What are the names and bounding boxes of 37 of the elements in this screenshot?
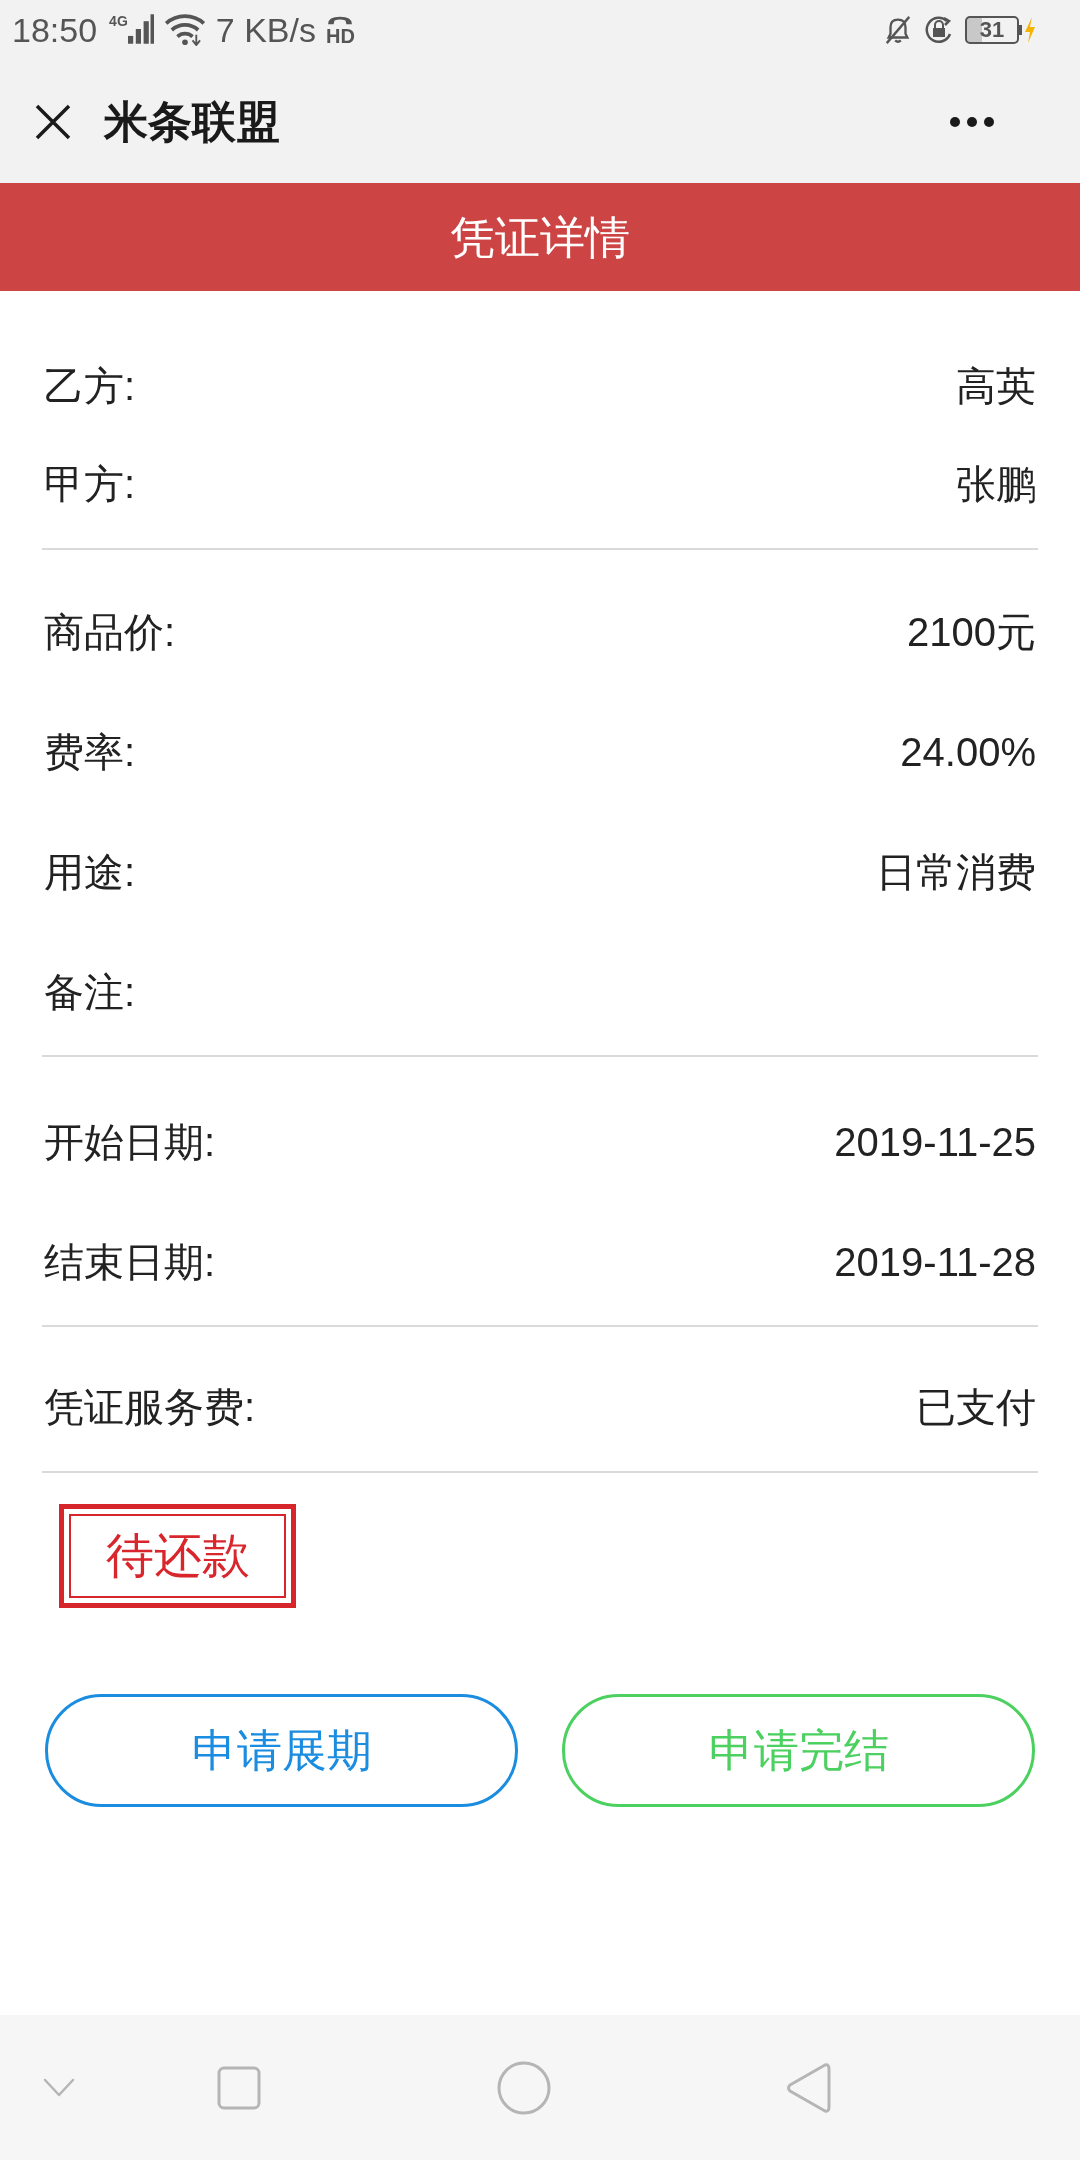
section-banner: 凭证详情 xyxy=(0,183,1080,291)
bell-off-icon xyxy=(883,15,913,45)
battery-indicator: 31 xyxy=(965,16,1022,44)
wifi-icon xyxy=(163,14,206,46)
field-label: 费率: xyxy=(44,732,136,772)
back-icon[interactable] xyxy=(785,2061,831,2114)
recent-apps-icon[interactable] xyxy=(217,2065,261,2110)
hd-label: HD xyxy=(325,25,355,46)
action-button[interactable]: 申请展期 xyxy=(45,1694,518,1807)
field-value: 2019-11-25 xyxy=(834,1122,1036,1162)
field-label: 甲方: xyxy=(44,464,136,504)
field-label: 结束日期: xyxy=(44,1242,216,1282)
home-icon[interactable] xyxy=(497,2060,551,2115)
field-label: 商品价: xyxy=(44,612,176,652)
close-icon[interactable] xyxy=(35,103,71,140)
field-label: 乙方: xyxy=(44,366,136,406)
more-icon[interactable] xyxy=(950,116,994,127)
phone-icon xyxy=(326,14,355,26)
network-speed: 7 KB/s xyxy=(215,13,316,47)
field-label: 用途: xyxy=(44,852,136,892)
network-type-label: 4G xyxy=(109,14,128,28)
field-value: 日常消费 xyxy=(876,852,1036,892)
field-label: 开始日期: xyxy=(44,1122,216,1162)
field-value: 已支付 xyxy=(916,1387,1036,1427)
field-value: 2019-11-28 xyxy=(834,1242,1036,1282)
status-stamp: 待还款 xyxy=(59,1504,296,1608)
field-value: 张鹏 xyxy=(956,464,1036,504)
chevron-down-icon[interactable] xyxy=(43,2077,75,2098)
field-label: 凭证服务费: xyxy=(44,1387,256,1427)
signal-icon xyxy=(127,12,154,46)
page-title: 米条联盟 xyxy=(104,99,280,144)
field-value: 2100元 xyxy=(907,612,1036,652)
status-time: 18:50 xyxy=(12,13,98,47)
field-label: 备注: xyxy=(44,972,136,1012)
field-value: 24.00% xyxy=(900,732,1036,772)
field-value: 高英 xyxy=(956,366,1036,406)
action-button[interactable]: 申请完结 xyxy=(562,1694,1035,1807)
